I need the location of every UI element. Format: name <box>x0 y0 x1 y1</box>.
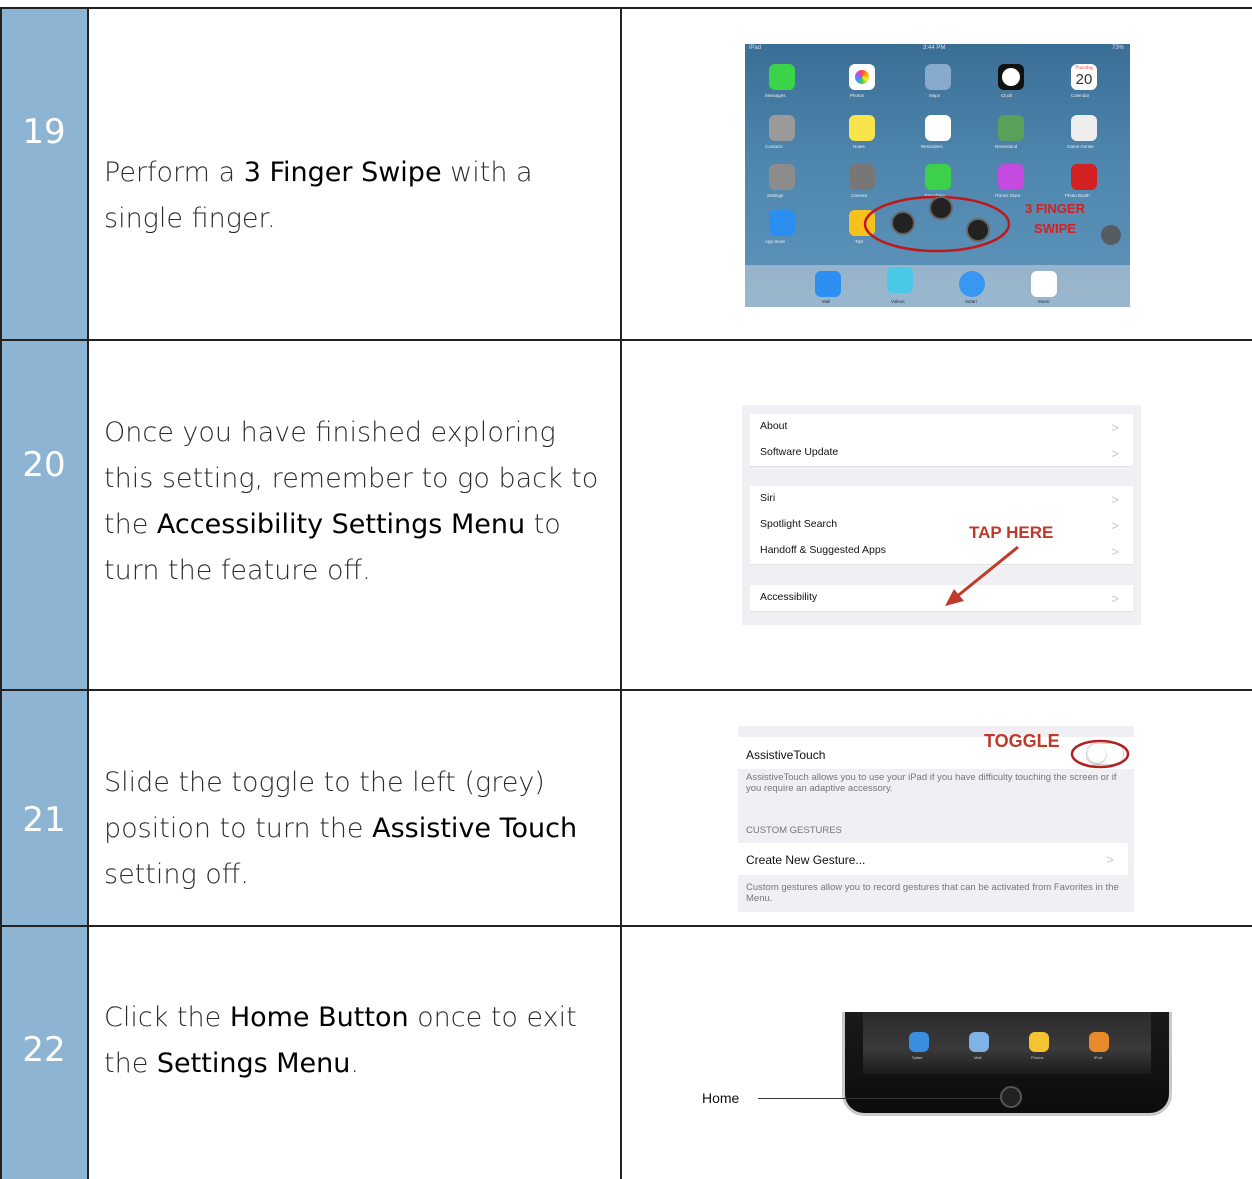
safari-icon <box>959 271 985 297</box>
dock-label: Videos <box>891 299 905 304</box>
ipad-screen: Safari Mail Photos iPod <box>863 1012 1151 1074</box>
step-instruction: Click the Home Button once to exit the S… <box>104 995 604 1087</box>
step-number: 21 <box>22 800 66 840</box>
toggle-highlight-ellipse <box>1070 739 1130 769</box>
dock: Mail Videos Safari Music <box>745 265 1130 307</box>
instruction-table: 19 Perform a 3 Finger Swipe with a singl… <box>0 0 1252 1179</box>
column-divider <box>620 7 622 1179</box>
mail-icon <box>815 271 841 297</box>
ipod-icon <box>1089 1032 1109 1052</box>
home-callout-label: Home <box>702 1090 740 1106</box>
instruction-keyword: 3 Finger Swipe <box>243 157 442 188</box>
step-instruction: Once you have finished exploring this se… <box>104 410 604 594</box>
table-border-left <box>0 7 2 1179</box>
step-number: 22 <box>22 1030 66 1070</box>
column-divider <box>87 7 89 1179</box>
step-number: 19 <box>22 112 66 152</box>
instruction-keyword: Accessibility Settings Menu <box>156 509 526 540</box>
annotation-line: SWIPE <box>1034 221 1076 236</box>
instruction-text: Click the <box>104 1002 230 1033</box>
videos-icon <box>887 267 913 293</box>
dock-label: Safari <box>965 299 977 304</box>
dock-label: Mail <box>974 1055 982 1060</box>
photos-icon <box>1029 1032 1049 1052</box>
instruction-text: setting off. <box>104 859 249 890</box>
row-divider <box>0 925 1252 927</box>
assistivetouch-settings-screenshot: AssistiveTouch AssistiveTouch allows you… <box>738 726 1134 912</box>
dock-label: iPod <box>1094 1055 1103 1060</box>
safari-icon <box>909 1032 929 1052</box>
dock-label: Safari <box>912 1055 923 1060</box>
step-number-cell <box>0 340 88 690</box>
instruction-keyword: Assistive Touch <box>372 813 578 844</box>
swipe-annotation-label: 3 FINGER SWIPE <box>1009 199 1101 239</box>
table-border-top <box>0 7 1252 9</box>
instruction-text: . <box>350 1048 359 1079</box>
annotation-line: 3 FINGER <box>1025 201 1085 216</box>
ipad-home-screenshot: iPad 3:44 PM 73% Thursday 20 Messages Ph… <box>745 44 1130 307</box>
arrow-icon <box>945 545 1019 606</box>
dock-label: Music <box>1038 299 1050 304</box>
row-divider <box>0 339 1252 341</box>
mail-icon <box>969 1032 989 1052</box>
step-number: 20 <box>22 445 66 485</box>
ipad-home-button-screenshot: Safari Mail Photos iPod Home <box>700 1012 1180 1122</box>
step-instruction: Perform a 3 Finger Swipe with a single f… <box>104 150 604 242</box>
instruction-text: Perform a <box>104 157 244 188</box>
settings-menu-screenshot: About > Software Update > Siri > Spotlight … <box>742 405 1141 625</box>
step-instruction: Slide the toggle to the left (grey) posi… <box>104 760 604 898</box>
instruction-keyword: Home Button <box>229 1002 409 1033</box>
instruction-keyword: Settings Menu <box>156 1048 351 1079</box>
music-icon <box>1031 271 1057 297</box>
dock-label: Photos <box>1031 1055 1044 1060</box>
step-number-cell <box>0 8 88 340</box>
ipad-frame: Safari Mail Photos iPod <box>842 1012 1172 1116</box>
row-divider <box>0 689 1252 691</box>
dock-label: Mail <box>822 299 831 304</box>
callout-line <box>758 1098 1000 1099</box>
home-button[interactable] <box>1000 1086 1022 1108</box>
